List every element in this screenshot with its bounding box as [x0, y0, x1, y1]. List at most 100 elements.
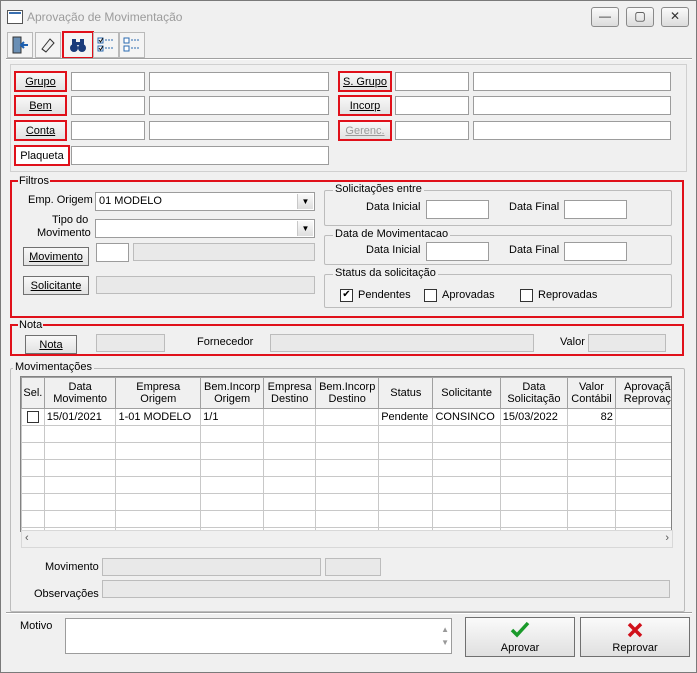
table-cell — [115, 442, 202, 460]
row-select-cell[interactable] — [21, 408, 45, 426]
conta-desc-input[interactable] — [149, 121, 329, 140]
row-checkbox[interactable] — [27, 411, 39, 424]
bem-desc-input[interactable] — [149, 96, 329, 115]
conta-code-input[interactable] — [71, 121, 145, 140]
binoculars-icon[interactable] — [62, 31, 94, 59]
movimentacoes-grid[interactable]: Sel. Data Movimento Empresa Origem Bem.Inco… — [20, 376, 672, 532]
aprovar-button[interactable]: Aprovar — [465, 617, 575, 657]
reprovadas-label: Reprovadas — [538, 289, 598, 301]
grupo-code-input[interactable] — [71, 72, 145, 91]
mov-data-final-input[interactable] — [564, 242, 627, 261]
table-header-cell[interactable]: Empresa Origem — [115, 377, 202, 409]
table-row[interactable]: 15/01/2021 1-01 MODELO 1/1 Pendente CONSINCO… — [21, 408, 671, 426]
table-row[interactable] — [21, 442, 671, 460]
solicitante-button[interactable]: Solicitante — [23, 276, 89, 295]
table-cell — [43, 425, 117, 443]
row-select-cell[interactable] — [21, 493, 45, 511]
table-cell — [378, 476, 434, 494]
table-cell — [567, 493, 616, 511]
valor-field — [588, 334, 666, 352]
table-cell — [43, 476, 117, 494]
row-select-cell[interactable] — [21, 510, 45, 528]
bem-button[interactable]: Bem — [14, 95, 67, 116]
minimize-button[interactable]: — — [591, 7, 619, 27]
horizontal-scrollbar[interactable]: ‹ › — [21, 530, 673, 548]
bem-code-input[interactable] — [71, 96, 145, 115]
table-header-cell[interactable]: Valor Contábil — [567, 377, 616, 409]
gerenc-button[interactable]: Gerenc. — [338, 120, 392, 141]
tipo-movimento-select[interactable]: ▼ — [95, 219, 315, 238]
title-bar: Aprovação de Movimentação — ▢ ✕ — [1, 1, 696, 31]
nota-button[interactable]: Nota — [25, 335, 77, 354]
pendentes-checkbox[interactable]: ✔ — [340, 289, 353, 302]
row-select-cell[interactable] — [21, 425, 45, 443]
sol-data-inicial-input[interactable] — [426, 200, 489, 219]
grupo-button[interactable]: Grupo — [14, 71, 67, 92]
table-cell — [499, 459, 569, 477]
solicitacoes-title: Solicitações entre — [333, 183, 424, 195]
table-cell — [263, 510, 317, 528]
table-row[interactable] — [21, 510, 671, 528]
table-cell — [263, 459, 317, 477]
eraser-icon[interactable] — [35, 32, 61, 58]
s-grupo-desc-input[interactable] — [473, 72, 671, 91]
table-header-cell[interactable]: Bem.Incorp Origem — [200, 377, 265, 409]
sol-data-final-input[interactable] — [564, 200, 627, 219]
table-header-cell[interactable]: Empresa Destino — [263, 377, 317, 409]
incorp-desc-input[interactable] — [473, 96, 671, 115]
table-row[interactable] — [21, 476, 671, 494]
incorp-code-input[interactable] — [395, 96, 469, 115]
row-select-cell[interactable] — [21, 442, 45, 460]
tipo-mov-label-1: Tipo do — [52, 214, 89, 226]
reprovar-button[interactable]: Reprovar — [580, 617, 690, 657]
table-header-cell[interactable]: Aprovação / Reprovação — [614, 377, 671, 409]
table-header-cell[interactable]: Sel. — [21, 377, 45, 409]
aprovadas-checkbox[interactable] — [424, 289, 437, 302]
table-cell — [263, 442, 317, 460]
observacoes-field — [102, 580, 670, 598]
maximize-button[interactable]: ▢ — [626, 7, 654, 27]
table-header-cell[interactable]: Data Solicitação — [499, 377, 569, 409]
checklist-none-icon[interactable] — [119, 32, 145, 58]
table-header-cell[interactable]: Data Movimento — [43, 377, 117, 409]
table-row[interactable] — [21, 459, 671, 477]
filtros-title: Filtros — [18, 175, 50, 187]
conta-button[interactable]: Conta — [14, 120, 67, 141]
exit-door-icon[interactable] — [7, 32, 33, 58]
x-icon — [627, 622, 643, 638]
scroll-left-icon[interactable]: ‹ — [25, 532, 29, 544]
row-select-cell[interactable] — [21, 476, 45, 494]
table-cell — [614, 425, 671, 443]
motivo-textarea[interactable]: ▲ ▼ — [65, 618, 452, 654]
s-grupo-button[interactable]: S. Grupo — [338, 71, 392, 92]
toolbar — [7, 31, 693, 59]
plaqueta-input[interactable] — [71, 146, 329, 165]
table-cell — [432, 493, 501, 511]
scroll-down-icon[interactable]: ▼ — [441, 634, 449, 651]
emp-origem-select[interactable]: 01 MODELO ▼ — [95, 192, 315, 211]
gerenc-desc-input[interactable] — [473, 121, 671, 140]
table-cell — [614, 459, 671, 477]
table-cell — [614, 493, 671, 511]
table-cell — [43, 493, 117, 511]
row-select-cell[interactable] — [21, 459, 45, 477]
grupo-desc-input[interactable] — [149, 72, 329, 91]
gerenc-code-input[interactable] — [395, 121, 469, 140]
movimento-code-input[interactable] — [96, 243, 129, 262]
checklist-all-icon[interactable] — [93, 32, 119, 58]
incorp-button[interactable]: Incorp — [338, 95, 392, 116]
s-grupo-code-input[interactable] — [395, 72, 469, 91]
table-row[interactable] — [21, 493, 671, 511]
table-header-cell[interactable]: Bem.Incorp Destino — [315, 377, 380, 409]
table-header-cell[interactable]: Status — [378, 377, 434, 409]
scroll-right-icon[interactable]: › — [665, 532, 669, 544]
table-header-cell[interactable]: Solicitante — [432, 377, 501, 409]
movimento-button[interactable]: Movimento — [23, 247, 89, 266]
reprovadas-checkbox[interactable] — [520, 289, 533, 302]
close-button[interactable]: ✕ — [661, 7, 689, 27]
table-cell — [432, 425, 501, 443]
table-row[interactable] — [21, 425, 671, 443]
movimento-detail-label: Movimento — [45, 561, 99, 573]
mov-data-inicial-input[interactable] — [426, 242, 489, 261]
table-cell — [614, 510, 671, 528]
